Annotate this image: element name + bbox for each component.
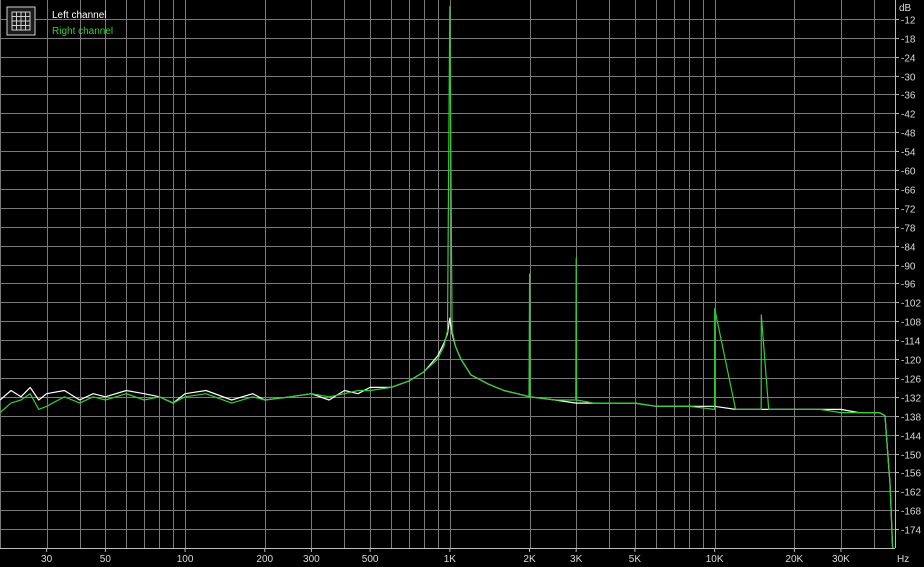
y-tick-label: -96 <box>901 280 916 291</box>
spectrum-chart: -12 -18 -24 -30 -36 -42 -48 -54 -60 -66 -72 -78 -84 -… <box>0 0 924 567</box>
y-tick-label: -174 <box>901 526 921 537</box>
y-tick-label: -24 <box>901 54 916 65</box>
y-tick-label: -30 <box>901 73 916 84</box>
y-tick-label: -132 <box>901 394 921 405</box>
y-tick-label: -84 <box>901 243 916 254</box>
y-tick-label: -12 <box>901 16 916 27</box>
y-tick-label: -60 <box>901 167 916 178</box>
x-tick-label: 30K <box>832 554 850 565</box>
y-tick-label: -162 <box>901 488 921 499</box>
y-axis-unit: dB <box>899 3 912 14</box>
y-tick-label: -42 <box>901 110 916 121</box>
y-tick-label: -108 <box>901 318 921 329</box>
y-tick-label: -144 <box>901 432 921 443</box>
y-tick-label: -150 <box>901 451 921 462</box>
x-tick-label: 3K <box>570 554 583 565</box>
y-tick-label: -168 <box>901 507 921 518</box>
x-axis-unit: Hz <box>897 554 909 565</box>
x-tick-label: 500 <box>362 554 379 565</box>
legend-item-right-channel: Right channel <box>52 26 113 37</box>
y-tick-label: -114 <box>901 337 921 348</box>
y-tick-label: -126 <box>901 375 921 386</box>
y-tick-label: -36 <box>901 91 916 102</box>
y-tick-label: -156 <box>901 469 921 480</box>
y-tick-label: -120 <box>901 356 921 367</box>
y-tick-label: -54 <box>901 148 916 159</box>
x-tick-label: 30 <box>41 554 53 565</box>
y-tick-label: -138 <box>901 413 921 424</box>
x-tick-label: 1K <box>444 554 457 565</box>
y-tick-label: -48 <box>901 129 916 140</box>
legend-item-left-channel: Left channel <box>52 10 107 21</box>
y-tick-label: -18 <box>901 35 916 46</box>
x-tick-label: 200 <box>256 554 273 565</box>
y-tick-label: -102 <box>901 299 921 310</box>
y-tick-label: -90 <box>901 262 916 273</box>
y-tick-label: -72 <box>901 205 916 216</box>
y-tick-label: -66 <box>901 186 916 197</box>
x-tick-label: 100 <box>177 554 194 565</box>
x-tick-label: 50 <box>100 554 112 565</box>
x-tick-label: 300 <box>303 554 320 565</box>
y-tick-label: -78 <box>901 224 916 235</box>
x-tick-label: 5K <box>629 554 642 565</box>
x-tick-label: 10K <box>706 554 724 565</box>
x-tick-label: 20K <box>785 554 803 565</box>
x-tick-label: 2K <box>523 554 536 565</box>
